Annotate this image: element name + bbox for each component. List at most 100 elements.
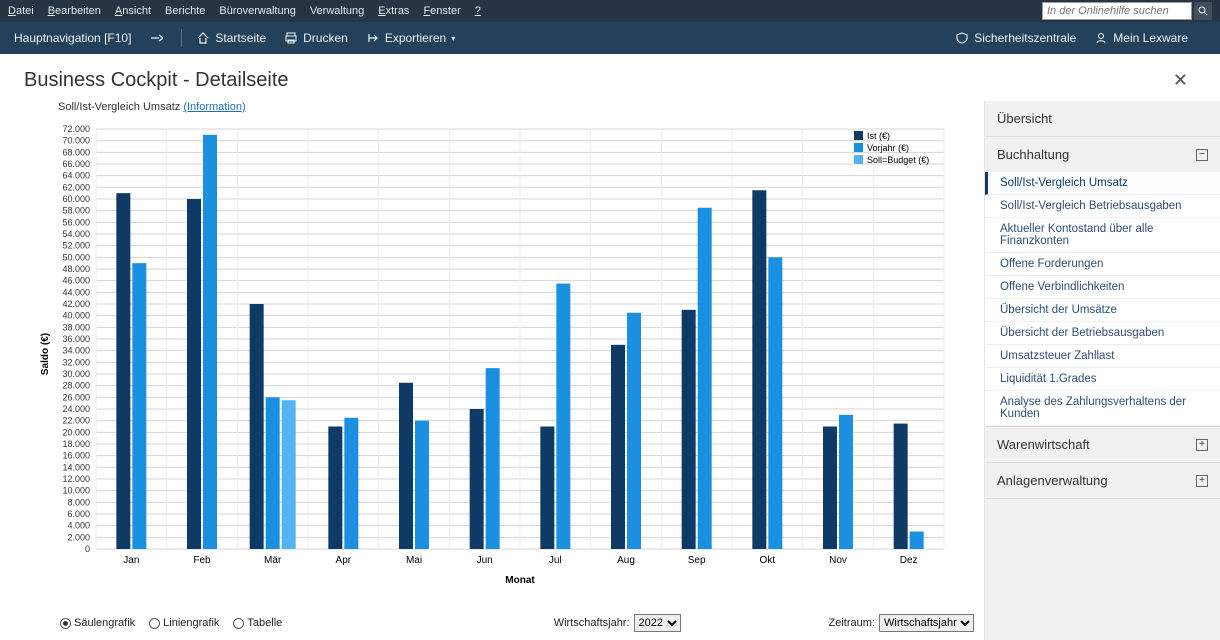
svg-text:Monat: Monat <box>505 575 535 586</box>
startseite-label: Startseite <box>215 31 266 45</box>
startseite-button[interactable]: Startseite <box>196 31 266 45</box>
view-radio-2[interactable]: Tabelle <box>233 617 282 629</box>
menu-bueroverwaltung[interactable]: Büroverwaltung <box>219 5 295 17</box>
svg-text:20.000: 20.000 <box>62 427 90 437</box>
view-radio-1[interactable]: Liniengrafik <box>149 617 219 629</box>
help-search[interactable] <box>1042 2 1192 20</box>
wirtschaftsjahr-label: Wirtschaftsjahr: <box>554 617 630 629</box>
menu-datei[interactable]: Datei <box>8 5 34 17</box>
exportieren-label: Exportieren <box>385 31 446 45</box>
sidebar-item[interactable]: Aktueller Kontostand über alle Finanzkon… <box>985 218 1220 253</box>
radio-label: Liniengrafik <box>163 617 219 629</box>
toolbar: Hauptnavigation [F10] Startseite Drucken… <box>0 22 1220 54</box>
svg-text:2.000: 2.000 <box>67 532 90 542</box>
svg-text:Okt: Okt <box>760 555 776 566</box>
svg-text:40.000: 40.000 <box>62 311 90 321</box>
sidebar-overview[interactable]: Übersicht <box>985 101 1220 136</box>
svg-text:36.000: 36.000 <box>62 334 90 344</box>
pin-icon <box>149 32 163 44</box>
svg-text:Ist (€): Ist (€) <box>867 131 890 141</box>
home-icon <box>196 31 210 45</box>
help-search-button[interactable] <box>1194 2 1212 20</box>
svg-text:Vorjahr (€): Vorjahr (€) <box>867 143 909 153</box>
svg-text:56.000: 56.000 <box>62 217 90 227</box>
nav-toggle[interactable]: Hauptnavigation [F10] <box>14 31 131 45</box>
menubar: Datei Bearbeiten Ansicht Berichte Bürove… <box>0 0 1220 22</box>
svg-text:58.000: 58.000 <box>62 206 90 216</box>
svg-text:28.000: 28.000 <box>62 381 90 391</box>
svg-text:Mär: Mär <box>264 555 282 566</box>
svg-text:34.000: 34.000 <box>62 346 90 356</box>
svg-text:6.000: 6.000 <box>67 509 90 519</box>
chart-area: 02.0004.0006.0008.00010.00012.00014.0001… <box>34 119 974 610</box>
close-button[interactable]: ✕ <box>1165 66 1196 95</box>
svg-text:64.000: 64.000 <box>62 171 90 181</box>
svg-text:Saldo (€): Saldo (€) <box>40 333 51 375</box>
svg-text:Jul: Jul <box>549 555 562 566</box>
radio-icon <box>233 618 244 629</box>
menu-ansicht[interactable]: Ansicht <box>115 5 151 17</box>
svg-text:Mai: Mai <box>406 555 422 566</box>
zeitraum-label: Zeitraum: <box>829 617 875 629</box>
svg-text:26.000: 26.000 <box>62 392 90 402</box>
svg-text:Jun: Jun <box>477 555 493 566</box>
svg-text:32.000: 32.000 <box>62 357 90 367</box>
user-icon <box>1094 31 1108 45</box>
svg-text:72.000: 72.000 <box>62 124 90 134</box>
expand-icon: + <box>1196 439 1208 451</box>
svg-text:8.000: 8.000 <box>67 497 90 507</box>
menu-fenster[interactable]: Fenster <box>423 5 460 17</box>
shield-icon <box>955 31 969 45</box>
radio-icon <box>60 618 71 629</box>
svg-text:Nov: Nov <box>829 555 847 566</box>
print-icon <box>284 31 298 45</box>
sidebar-item[interactable]: Soll/Ist-Vergleich Betriebsausgaben <box>985 195 1220 218</box>
svg-text:4.000: 4.000 <box>67 521 90 531</box>
svg-text:24.000: 24.000 <box>62 404 90 414</box>
sidebar-item[interactable]: Übersicht der Umsätze <box>985 299 1220 322</box>
svg-text:Soll=Budget (€): Soll=Budget (€) <box>867 155 929 165</box>
menu-extras[interactable]: Extras <box>378 5 409 17</box>
mein-lexware-button[interactable]: Mein Lexware <box>1094 31 1188 45</box>
menu-berichte[interactable]: Berichte <box>165 5 205 17</box>
sidebar-section-0[interactable]: Buchhaltung− <box>985 137 1220 172</box>
page-title: Business Cockpit - Detailseite <box>24 69 1165 92</box>
wirtschaftsjahr-select[interactable]: 2022 <box>634 614 681 632</box>
exportieren-button[interactable]: Exportieren ▾ <box>366 31 455 45</box>
sidebar-section-1[interactable]: Warenwirtschaft+ <box>985 427 1220 462</box>
help-search-input[interactable] <box>1043 5 1191 17</box>
sidebar-item[interactable]: Umsatzsteuer Zahllast <box>985 345 1220 368</box>
svg-text:50.000: 50.000 <box>62 252 90 262</box>
radio-icon <box>149 618 160 629</box>
sidebar-item[interactable]: Liquidität 1.Grades <box>985 368 1220 391</box>
svg-text:12.000: 12.000 <box>62 474 90 484</box>
menu-help[interactable]: ? <box>475 5 481 17</box>
pin-button[interactable] <box>149 32 163 44</box>
zeitraum-select[interactable]: Wirtschaftsjahr <box>879 614 974 632</box>
sidebar: Übersicht Buchhaltung−Soll/Ist-Vergleich… <box>984 101 1220 640</box>
radio-label: Tabelle <box>247 617 282 629</box>
menu-bearbeiten[interactable]: Bearbeiten <box>48 5 101 17</box>
svg-text:14.000: 14.000 <box>62 462 90 472</box>
sidebar-item[interactable]: Soll/Ist-Vergleich Umsatz <box>985 172 1220 195</box>
sidebar-section-2[interactable]: Anlagenverwaltung+ <box>985 463 1220 498</box>
svg-text:54.000: 54.000 <box>62 229 90 239</box>
view-radio-0[interactable]: Säulengrafik <box>60 617 135 629</box>
sidebar-item[interactable]: Offene Forderungen <box>985 253 1220 276</box>
svg-text:10.000: 10.000 <box>62 486 90 496</box>
sidebar-item[interactable]: Offene Verbindlichkeiten <box>985 276 1220 299</box>
drucken-button[interactable]: Drucken <box>284 31 348 45</box>
information-link[interactable]: (Information) <box>183 101 245 113</box>
nav-label: Hauptnavigation [F10] <box>14 31 131 45</box>
svg-text:16.000: 16.000 <box>62 451 90 461</box>
radio-label: Säulengrafik <box>74 617 135 629</box>
sicherheitszentrale-button[interactable]: Sicherheitszentrale <box>955 31 1076 45</box>
svg-text:46.000: 46.000 <box>62 276 90 286</box>
svg-text:30.000: 30.000 <box>62 369 90 379</box>
menu-verwaltung[interactable]: Verwaltung <box>310 5 364 17</box>
sidebar-item[interactable]: Übersicht der Betriebsausgaben <box>985 322 1220 345</box>
svg-text:Aug: Aug <box>617 555 635 566</box>
sidebar-item[interactable]: Analyse des Zahlungsverhaltens der Kunde… <box>985 391 1220 426</box>
export-icon <box>366 31 380 45</box>
svg-text:Sep: Sep <box>688 555 706 566</box>
